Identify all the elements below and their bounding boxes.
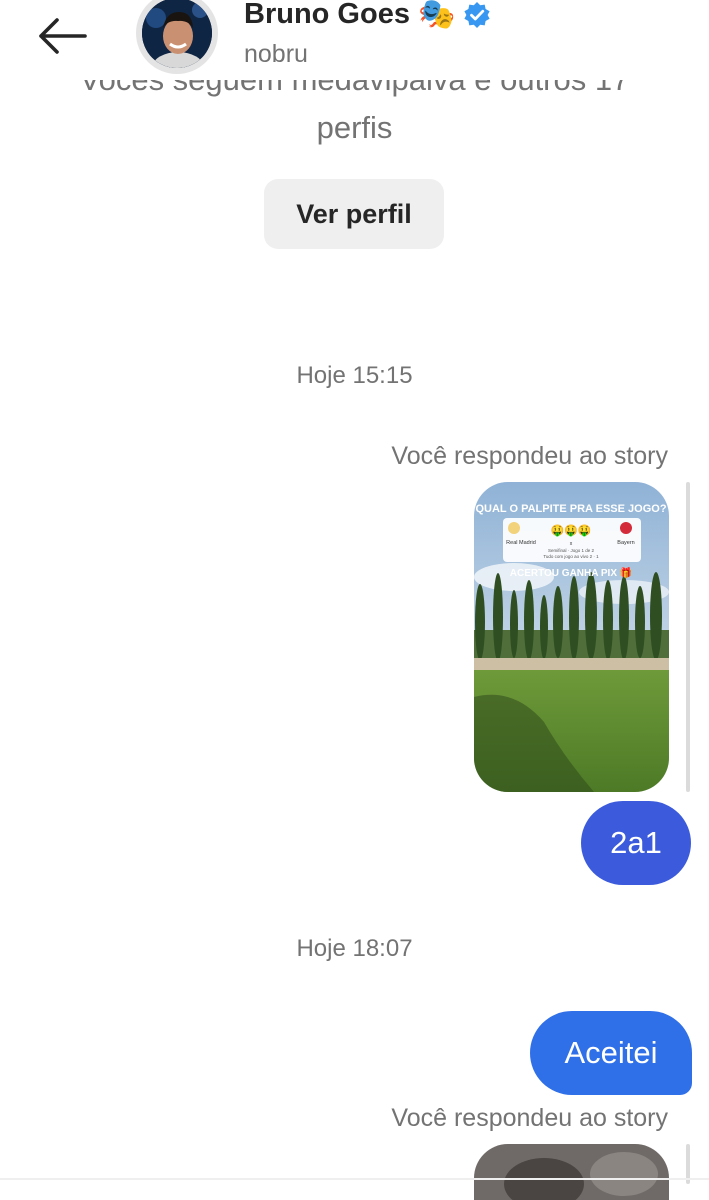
story-prize-text: ACERTOU GANHA PIX 🎁	[510, 566, 632, 579]
story-subtitle: Semifinal · Jogo 1 de 2	[548, 548, 595, 553]
avatar[interactable]	[136, 0, 218, 74]
story-reply-label: Você respondeu ao story	[391, 442, 668, 470]
story-team-home: Real Madrid	[506, 540, 536, 546]
message-bubble[interactable]: 2a1	[581, 801, 691, 885]
story-emojis: 🤑🤑🤑	[550, 524, 591, 537]
avatar-image	[142, 0, 212, 68]
timestamp: Hoje 18:07	[296, 935, 413, 962]
story-title: QUAL O PALPITE PRA ESSE JOGO?	[475, 503, 666, 515]
message-bubble[interactable]: Aceitei	[530, 1011, 692, 1095]
verified-badge-icon	[464, 1, 490, 28]
divider	[0, 1178, 709, 1180]
story-reply-bar	[686, 482, 690, 792]
arrow-left-icon	[39, 18, 87, 54]
mutual-followers-line2: perfis	[316, 110, 393, 145]
story-reply-label: Você respondeu ao story	[391, 1104, 668, 1132]
story-preview[interactable]: QUAL O PALPITE PRA ESSE JOGO? Real Madri…	[474, 482, 669, 792]
chat-header: Bruno Goes 🎭 nobru	[0, 0, 709, 80]
story-image	[474, 1144, 669, 1200]
performing-arts-icon: 🎭	[417, 0, 456, 31]
timestamp: Hoje 15:15	[296, 362, 413, 389]
back-button[interactable]	[32, 12, 92, 60]
story-team-away: Bayern	[617, 540, 634, 546]
story-subtitle2: Tudo com jogo ao vivo 2 · 1	[543, 554, 599, 559]
view-profile-button[interactable]: Ver perfil	[264, 179, 444, 249]
story-preview[interactable]	[474, 1144, 669, 1200]
contact-name-row[interactable]: Bruno Goes 🎭	[244, 0, 491, 31]
story-image: QUAL O PALPITE PRA ESSE JOGO? Real Madri…	[474, 482, 669, 792]
contact-name: Bruno Goes	[244, 0, 410, 30]
contact-username: nobru	[244, 40, 308, 68]
